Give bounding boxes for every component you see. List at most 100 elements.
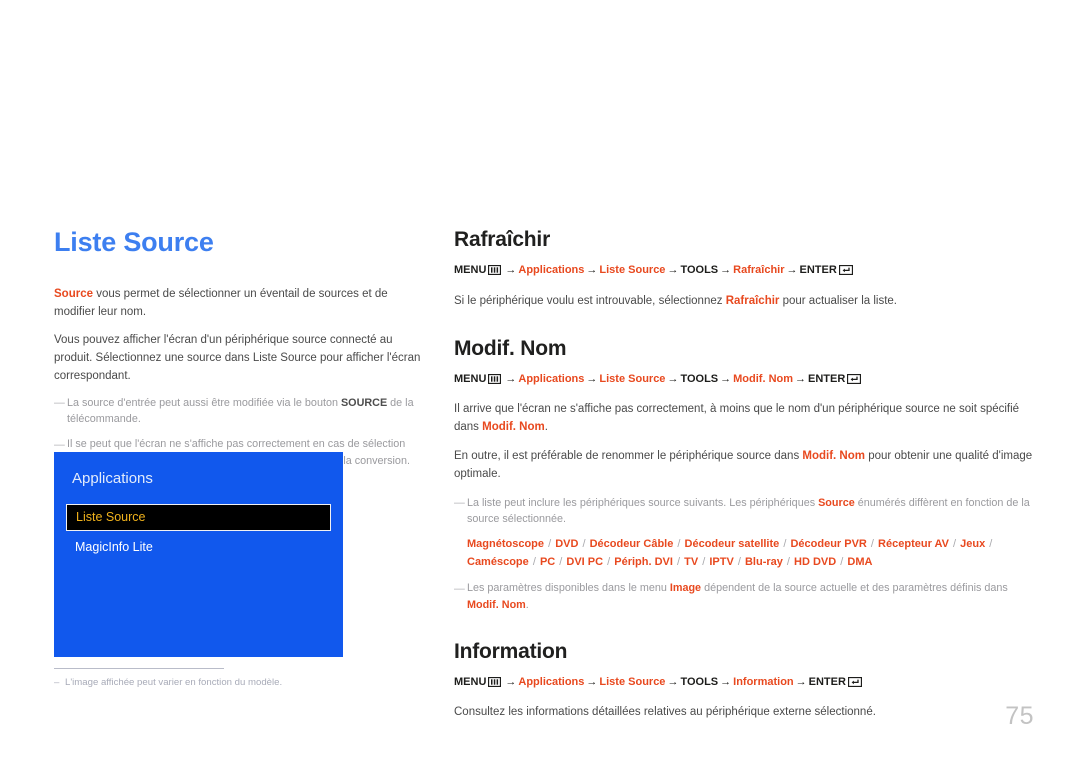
- arrow-icon: →: [586, 675, 598, 688]
- menu-grid-icon: [488, 676, 502, 694]
- section-rafraichir: Rafraîchir MENU → Applications → Liste Sour…: [454, 228, 1034, 311]
- footnote-text: L'image affichée peut varier en fonction…: [65, 677, 283, 688]
- menu-item-tools: TOOLS: [680, 372, 719, 385]
- device-type: Périph. DVI: [614, 555, 673, 568]
- enter-label: ENTER: [808, 372, 846, 385]
- note-text-before: La source d'entrée peut aussi être modif…: [67, 396, 341, 409]
- device-type: IPTV: [709, 555, 734, 568]
- device-separator: /: [604, 555, 614, 568]
- device-type: Décodeur PVR: [790, 538, 867, 550]
- arrow-icon: →: [720, 675, 732, 688]
- device-separator: /: [556, 555, 566, 568]
- menu-item-tools: TOOLS: [680, 675, 719, 688]
- device-type: Jeux: [960, 538, 986, 550]
- menu-label: MENU: [454, 372, 487, 385]
- footnote-dash-icon: ‒: [54, 677, 60, 688]
- menu-item-applications: Applications: [518, 372, 585, 385]
- right-column: Rafraîchir MENU → Applications → Liste Sour…: [454, 228, 1034, 733]
- text-after: pour actualiser la liste.: [779, 294, 898, 307]
- menu-label: MENU: [454, 264, 487, 277]
- device-separator: /: [545, 538, 555, 550]
- footnote-block: ‒ L'image affichée peut varier en fonctio…: [54, 668, 394, 689]
- source-highlight: Source: [54, 287, 93, 300]
- device-type: HD DVD: [794, 555, 837, 568]
- text-before: Les paramètres disponibles dans le menu: [467, 582, 670, 595]
- device-separator: /: [529, 555, 539, 568]
- section-modif-nom: Modif. Nom MENU → Applications → Liste Sour…: [454, 337, 1034, 614]
- section-information: Information MENU → Applications → Liste Sou…: [454, 640, 1034, 723]
- rafraichir-description: Si le périphérique voulu est introuvable…: [454, 293, 1034, 311]
- section-heading: Rafraîchir: [454, 228, 551, 251]
- menu-path-rafraichir: MENU → Applications → Liste Source → TOOLS → Ra…: [454, 262, 1034, 282]
- page-title: Liste Source: [54, 227, 214, 257]
- arrow-icon: →: [667, 372, 679, 385]
- text-before: La liste peut inclure les périphériques …: [467, 496, 819, 509]
- device-type: Blu-ray: [744, 555, 783, 568]
- information-description: Consultez les informations détaillées re…: [454, 706, 876, 719]
- menu-path-information: MENU → Applications → Liste Source → TOOLS → In…: [454, 674, 1034, 694]
- arrow-icon: →: [667, 675, 679, 688]
- note-source-button: — La source d'entrée peut aussi être modi…: [54, 395, 429, 428]
- device-separator: /: [783, 555, 794, 568]
- arrow-icon: →: [586, 264, 598, 277]
- arrow-icon: →: [505, 675, 517, 688]
- modif-nom-highlight: Modif. Nom: [467, 598, 526, 611]
- device-separator: /: [780, 538, 790, 550]
- device-separator: /: [949, 538, 960, 550]
- image-menu-highlight: Image: [669, 582, 702, 595]
- note-dash-icon: —: [454, 497, 465, 510]
- source-button-label: SOURCE: [340, 396, 388, 409]
- device-separator: /: [579, 538, 589, 550]
- rafraichir-highlight: Rafraîchir: [725, 294, 780, 307]
- device-type: DVI PC: [566, 555, 604, 568]
- device-type: Décodeur satellite: [684, 538, 780, 550]
- device-type: Récepteur AV: [878, 538, 949, 550]
- osd-title: Applications: [72, 470, 153, 487]
- menu-grid-icon: [488, 264, 502, 282]
- osd-item-liste-source[interactable]: Liste Source: [66, 504, 331, 531]
- device-separator: /: [674, 538, 684, 550]
- text-after: .: [544, 421, 548, 434]
- device-separator: /: [734, 555, 744, 568]
- arrow-icon: →: [720, 372, 732, 385]
- arrow-icon: →: [667, 264, 679, 277]
- menu-path-modif-nom: MENU → Applications → Liste Source → TOOLS → Mo…: [454, 371, 1034, 391]
- text-before: En outre, il est préférable de renommer …: [454, 449, 803, 462]
- arrow-icon: →: [786, 264, 798, 277]
- device-type: Magnétoscope: [467, 538, 545, 550]
- menu-item-applications: Applications: [518, 264, 585, 277]
- note-dash-icon: —: [454, 582, 465, 595]
- device-type-list: Magnétoscope / DVD / Décodeur Câble / Dé…: [454, 536, 1034, 571]
- page-number: 75: [1005, 702, 1034, 730]
- device-separator: /: [699, 555, 709, 568]
- footnote-text-row: ‒ L'image affichée peut varier en fonctio…: [54, 676, 394, 689]
- enter-label: ENTER: [799, 264, 837, 277]
- manual-page: Liste Source Source vous permet de sélec…: [0, 0, 1080, 763]
- menu-item-applications: Applications: [518, 675, 585, 688]
- device-separator: /: [673, 555, 684, 568]
- text-middle: dépendent de la source actuelle et des p…: [701, 582, 1008, 595]
- device-type: Décodeur Câble: [589, 538, 674, 550]
- device-type: Caméscope: [467, 555, 529, 568]
- device-type: PC: [539, 555, 556, 568]
- source-highlight: Source: [818, 496, 855, 509]
- text-end: .: [525, 598, 529, 611]
- modif-nom-highlight: Modif. Nom: [482, 421, 545, 434]
- arrow-icon: →: [505, 372, 517, 385]
- device-separator: /: [867, 538, 878, 550]
- arrow-icon: →: [795, 675, 807, 688]
- footnote-divider: [54, 668, 224, 669]
- osd-item-magicinfo-lite[interactable]: MagicInfo Lite: [72, 534, 325, 561]
- menu-item-tools: TOOLS: [680, 264, 719, 277]
- enter-label: ENTER: [808, 675, 846, 688]
- note-device-list: — La liste peut inclure les périphériques…: [454, 495, 1034, 528]
- menu-item-liste-source: Liste Source: [599, 264, 666, 277]
- enter-return-icon: [847, 373, 862, 391]
- intro-paragraph-1: Source vous permet de sélectionner un év…: [54, 286, 429, 322]
- menu-item-modif-nom: Modif. Nom: [733, 372, 794, 385]
- arrow-icon: →: [720, 264, 732, 277]
- device-type: DMA: [847, 555, 873, 568]
- enter-return-icon: [847, 676, 863, 694]
- device-separator: /: [837, 555, 847, 568]
- text-before: Si le périphérique voulu est introuvable…: [454, 294, 726, 307]
